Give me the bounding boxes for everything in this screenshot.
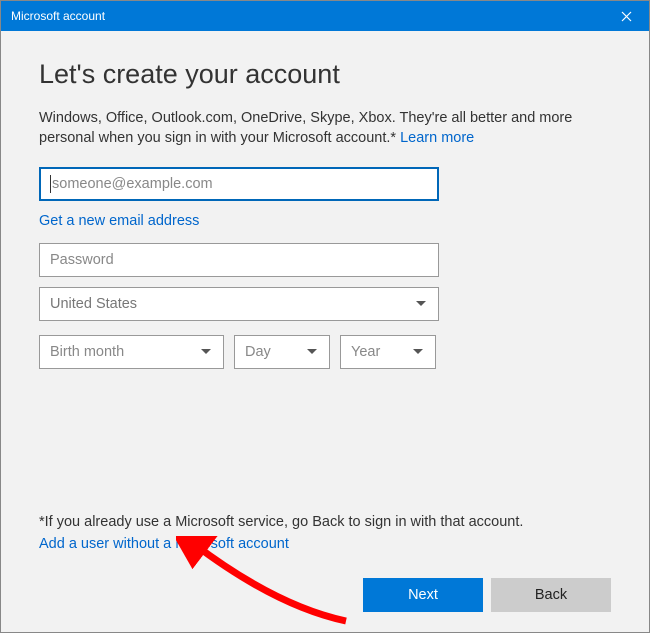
description-text: Windows, Office, Outlook.com, OneDrive, … [39, 110, 572, 146]
birth-month-select[interactable]: Birth month [39, 335, 224, 369]
content-area: Let's create your account Windows, Offic… [1, 31, 649, 632]
country-selected: United States [50, 296, 137, 312]
footnote: *If you already use a Microsoft service,… [39, 514, 611, 530]
country-select[interactable]: United States [39, 287, 439, 321]
close-button[interactable] [604, 1, 649, 31]
birth-day-select[interactable]: Day [234, 335, 330, 369]
password-input[interactable]: Password [39, 243, 439, 277]
email-input[interactable]: someone@example.com [39, 167, 439, 201]
back-button[interactable]: Back [491, 578, 611, 612]
page-heading: Let's create your account [39, 59, 611, 90]
birth-day-label: Day [245, 344, 271, 360]
bottom-section: *If you already use a Microsoft service,… [39, 514, 611, 612]
button-row: Next Back [39, 572, 611, 612]
birth-year-label: Year [351, 344, 380, 360]
window-title: Microsoft account [11, 9, 105, 23]
description: Windows, Office, Outlook.com, OneDrive, … [39, 108, 599, 149]
text-cursor [50, 175, 51, 193]
close-icon [621, 11, 632, 22]
dob-row: Birth month Day Year [39, 335, 611, 369]
email-placeholder: someone@example.com [52, 176, 213, 192]
password-placeholder: Password [50, 252, 114, 268]
next-button[interactable]: Next [363, 578, 483, 612]
birth-month-label: Birth month [50, 344, 124, 360]
add-user-without-account-link[interactable]: Add a user without a Microsoft account [39, 536, 289, 552]
get-new-email-link[interactable]: Get a new email address [39, 213, 199, 229]
learn-more-link[interactable]: Learn more [400, 130, 474, 146]
window: Microsoft account Let's create your acco… [0, 0, 650, 633]
titlebar[interactable]: Microsoft account [1, 1, 649, 31]
birth-year-select[interactable]: Year [340, 335, 436, 369]
